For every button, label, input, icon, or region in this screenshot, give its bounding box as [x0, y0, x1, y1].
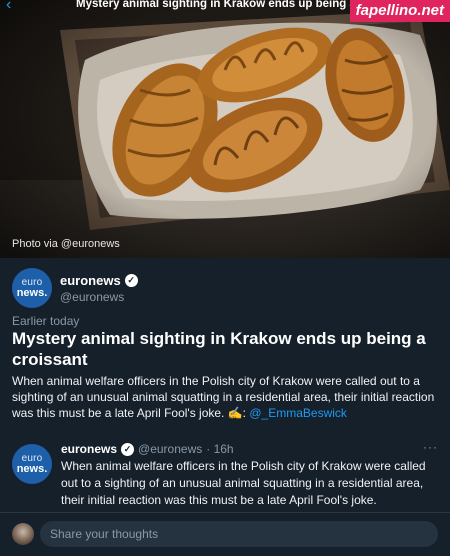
- verified-badge-icon: ✓: [124, 273, 138, 287]
- page-title: Mystery animal sighting in Krakow ends u…: [76, 0, 366, 10]
- verified-badge-icon: ✓: [121, 442, 135, 456]
- publisher-handle: @euronews: [60, 289, 125, 304]
- summary-text: When animal welfare officers in the Poli…: [12, 374, 435, 420]
- user-avatar[interactable]: [12, 523, 34, 545]
- reply-composer: [0, 512, 450, 556]
- hero-photo[interactable]: Photo via @euronews: [0, 0, 450, 258]
- publisher-name-row: euronews ✓: [60, 273, 138, 288]
- avatar-logo-line2: news.: [16, 287, 48, 299]
- story-headline: Mystery animal sighting in Krakow ends u…: [12, 329, 426, 369]
- publisher-header[interactable]: euro news. euronews ✓ @euronews: [12, 266, 138, 310]
- tweet-card[interactable]: euro news. euronews ✓ @euronews · 16h ··…: [0, 432, 450, 522]
- tweet-text: When animal welfare officers in the Poli…: [61, 459, 426, 507]
- tweet-avatar[interactable]: euro news.: [12, 444, 52, 484]
- avatar-logo-line2: news.: [16, 463, 48, 475]
- tweet-header: euronews ✓ @euronews · 16h: [61, 442, 234, 456]
- publisher-name: euronews: [60, 272, 121, 288]
- euronews-avatar[interactable]: euro news.: [12, 268, 52, 308]
- tweet-author-name[interactable]: euronews: [61, 442, 117, 456]
- tweet-time: · 16h: [206, 442, 234, 456]
- author-link[interactable]: @_EmmaBeswick: [249, 406, 347, 420]
- photo-credit: Photo via @euronews: [12, 238, 120, 250]
- croissant-photo-illustration: [0, 0, 450, 258]
- story-timestamp: Earlier today: [12, 314, 80, 328]
- chevron-left-icon[interactable]: ‹: [6, 0, 11, 13]
- watermark: fapellino.net: [349, 0, 450, 22]
- tweet-handle: @euronews: [138, 442, 203, 456]
- reply-input[interactable]: [40, 521, 438, 547]
- publisher-names: euronews ✓ @euronews: [60, 273, 138, 304]
- credit-emoji: ✍️:: [227, 406, 247, 420]
- more-horizontal-icon[interactable]: ···: [423, 440, 438, 454]
- story-summary: When animal welfare officers in the Poli…: [12, 373, 440, 421]
